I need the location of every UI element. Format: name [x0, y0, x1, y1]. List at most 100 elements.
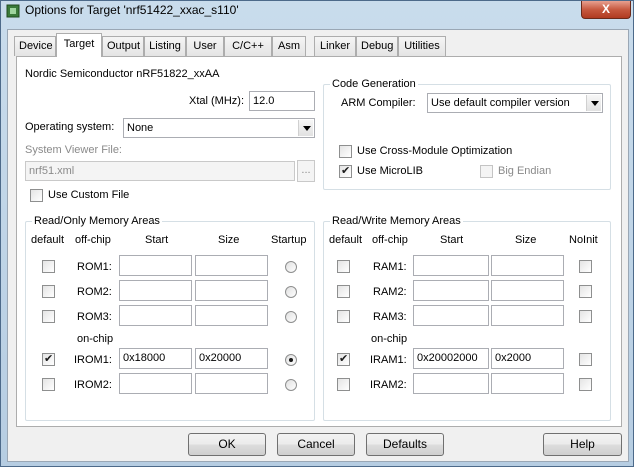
- chevron-down-icon[interactable]: [298, 120, 313, 136]
- irom2-default-checkbox[interactable]: [42, 378, 55, 391]
- os-value: None: [127, 122, 154, 134]
- tab-listing[interactable]: Listing: [144, 36, 186, 56]
- cancel-button[interactable]: Cancel: [277, 433, 355, 456]
- ram-header-size: Size: [515, 234, 537, 246]
- rom1-default-checkbox[interactable]: [42, 260, 55, 273]
- defaults-button[interactable]: Defaults: [366, 433, 444, 456]
- xtal-label: Xtal (MHz):: [189, 95, 244, 107]
- ram-header-start: Start: [440, 234, 464, 246]
- dialog-client: Device Target Output Listing User C/C++ …: [7, 29, 629, 462]
- os-select[interactable]: None: [123, 118, 315, 138]
- ok-button[interactable]: OK: [188, 433, 266, 456]
- rom2-default-checkbox[interactable]: [42, 285, 55, 298]
- arm-compiler-label: ARM Compiler:: [341, 97, 416, 109]
- custom-file-checkbox[interactable]: [30, 189, 43, 202]
- tab-output[interactable]: Output: [102, 36, 144, 56]
- rom-header-default: default: [31, 234, 65, 246]
- close-button[interactable]: X: [581, 1, 631, 19]
- rom-header-size: Size: [218, 234, 240, 246]
- iram1-start-input[interactable]: 0x20002000: [413, 348, 489, 369]
- iram2-start-input[interactable]: [413, 373, 489, 394]
- ram2-label: RAM2:: [373, 286, 407, 298]
- ram3-size-input[interactable]: [491, 305, 564, 326]
- ram3-default-checkbox[interactable]: [337, 310, 350, 323]
- window-title: Options for Target 'nrf51422_xxac_s110': [25, 3, 239, 17]
- big-endian-checkbox[interactable]: [480, 165, 493, 178]
- iram2-label: IRAM2:: [370, 379, 407, 391]
- app-icon: [6, 4, 20, 18]
- tab-asm[interactable]: Asm: [272, 36, 306, 56]
- tab-linker[interactable]: Linker: [314, 36, 356, 56]
- cross-module-label: Use Cross-Module Optimization: [357, 145, 513, 157]
- ram2-noinit-checkbox[interactable]: [579, 285, 592, 298]
- ram1-noinit-checkbox[interactable]: [579, 260, 592, 273]
- rom2-startup-radio[interactable]: [285, 286, 297, 298]
- tab-target[interactable]: Target: [56, 33, 102, 57]
- ram-header-offchip: off-chip: [372, 234, 408, 246]
- tab-c-cpp[interactable]: C/C++: [224, 36, 272, 56]
- ram3-start-input[interactable]: [413, 305, 489, 326]
- microlib-label: Use MicroLIB: [357, 165, 424, 177]
- irom2-start-input[interactable]: [119, 373, 192, 394]
- device-name: Nordic Semiconductor nRF51822_xxAA: [25, 68, 220, 80]
- rom3-default-checkbox[interactable]: [42, 310, 55, 323]
- iram2-size-input[interactable]: [491, 373, 564, 394]
- irom2-startup-radio[interactable]: [285, 379, 297, 391]
- rom1-startup-radio[interactable]: [285, 261, 297, 273]
- irom1-start-input[interactable]: 0x18000: [119, 348, 192, 369]
- ram-onchip-label: on-chip: [371, 333, 408, 345]
- iram1-size-input[interactable]: 0x2000: [491, 348, 564, 369]
- irom1-size-input[interactable]: 0x20000: [195, 348, 268, 369]
- ram1-default-checkbox[interactable]: [337, 260, 350, 273]
- ram1-label: RAM1:: [373, 261, 407, 273]
- ram1-start-input[interactable]: [413, 255, 489, 276]
- tab-utilities[interactable]: Utilities: [398, 36, 446, 56]
- rom-onchip-label: on-chip: [77, 333, 114, 345]
- options-dialog: Options for Target 'nrf51422_xxac_s110' …: [0, 0, 634, 467]
- rom-header-offchip: off-chip: [75, 234, 111, 246]
- rom-header-startup: Startup: [271, 234, 307, 246]
- rom3-label: ROM3:: [77, 311, 112, 323]
- iram2-noinit-checkbox[interactable]: [579, 378, 592, 391]
- rom-group-title: Read/Only Memory Areas: [32, 215, 162, 227]
- cross-module-checkbox[interactable]: [339, 145, 352, 158]
- svd-input[interactable]: nrf51.xml: [25, 161, 295, 181]
- big-endian-label: Big Endian: [498, 165, 552, 177]
- os-label: Operating system:: [25, 121, 115, 133]
- help-button[interactable]: Help: [543, 433, 622, 456]
- rom2-start-input[interactable]: [119, 280, 192, 301]
- rom3-size-input[interactable]: [195, 305, 268, 326]
- irom2-size-input[interactable]: [195, 373, 268, 394]
- irom2-label: IROM2:: [74, 379, 112, 391]
- iram1-noinit-checkbox[interactable]: [579, 353, 592, 366]
- rom3-start-input[interactable]: [119, 305, 192, 326]
- tab-device[interactable]: Device: [14, 36, 56, 56]
- ram-header-default: default: [329, 234, 363, 246]
- rom2-size-input[interactable]: [195, 280, 268, 301]
- rom1-start-input[interactable]: [119, 255, 192, 276]
- tab-debug[interactable]: Debug: [356, 36, 398, 56]
- microlib-checkbox[interactable]: [339, 164, 352, 178]
- tab-user[interactable]: User: [186, 36, 224, 56]
- xtal-input[interactable]: 12.0: [249, 91, 315, 111]
- ram2-size-input[interactable]: [491, 280, 564, 301]
- rom2-label: ROM2:: [77, 286, 112, 298]
- custom-file-label: Use Custom File: [48, 189, 130, 201]
- arm-compiler-select[interactable]: Use default compiler version: [427, 93, 603, 113]
- chevron-down-icon[interactable]: [586, 95, 601, 111]
- rom3-startup-radio[interactable]: [285, 311, 297, 323]
- irom1-startup-radio[interactable]: [285, 354, 297, 366]
- ram3-label: RAM3:: [373, 311, 407, 323]
- svd-browse-button[interactable]: ...: [297, 160, 315, 182]
- iram2-default-checkbox[interactable]: [337, 378, 350, 391]
- ram-group-title: Read/Write Memory Areas: [330, 215, 463, 227]
- iram1-label: IRAM1:: [370, 354, 407, 366]
- irom1-default-checkbox[interactable]: [42, 352, 55, 366]
- target-panel: Nordic Semiconductor nRF51822_xxAA Xtal …: [16, 56, 622, 427]
- ram3-noinit-checkbox[interactable]: [579, 310, 592, 323]
- ram1-size-input[interactable]: [491, 255, 564, 276]
- ram2-start-input[interactable]: [413, 280, 489, 301]
- iram1-default-checkbox[interactable]: [337, 352, 350, 366]
- rom1-size-input[interactable]: [195, 255, 268, 276]
- ram2-default-checkbox[interactable]: [337, 285, 350, 298]
